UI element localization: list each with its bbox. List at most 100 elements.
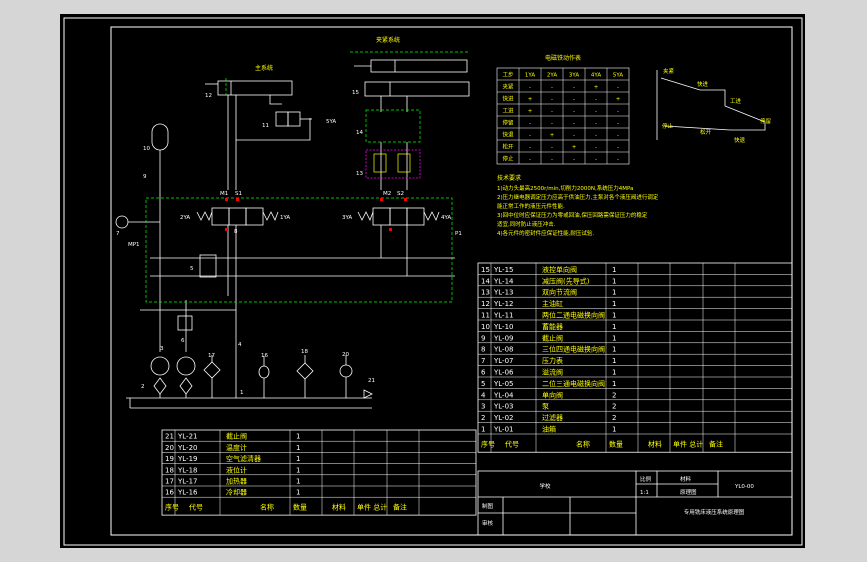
- tb-drawing-title: 专用铣床液压系统原理图: [684, 508, 745, 516]
- num-11: 11: [262, 123, 269, 129]
- em-table-cell: +: [528, 109, 533, 115]
- em-table-cell: -: [573, 109, 575, 115]
- parts-cell: 1: [612, 357, 616, 365]
- em-table-cell: 松开: [502, 143, 514, 151]
- parts-cell: 过滤器: [542, 413, 563, 422]
- em-table-cell: -: [529, 121, 531, 127]
- solenoid-1ya: 1YA: [280, 215, 290, 221]
- tech-req-line: 4)各元件的密封件应保证性能,耐压试验.: [497, 229, 594, 237]
- solenoid-5ya: 5YA: [326, 119, 336, 125]
- em-table-cell: 快退: [502, 131, 514, 139]
- parts-cell: 油箱: [542, 425, 556, 434]
- num-4: 4: [238, 342, 242, 348]
- parts-cell: 4: [481, 391, 486, 399]
- cycle-clamp: 夹紧: [663, 67, 675, 75]
- solenoid-3ya: 3YA: [342, 215, 352, 221]
- em-table-cell: -: [551, 85, 553, 91]
- parts-cell: YL-02: [493, 414, 514, 422]
- port-p1: P1: [455, 231, 462, 237]
- em-table-cell: +: [616, 97, 621, 103]
- parts-cell: 13: [481, 289, 490, 297]
- em-table-cell: 停止: [502, 155, 514, 163]
- em-table-cell: 夹紧: [502, 83, 514, 91]
- solenoid-2ya: 2YA: [180, 215, 190, 221]
- parts-cell: 17: [165, 478, 174, 486]
- parts-cell: YL-03: [493, 403, 514, 411]
- num-8a: 8: [234, 229, 238, 235]
- parts-header-cell: 名称: [260, 503, 274, 512]
- parts-cell: 14: [481, 277, 490, 285]
- parts-cell: 1: [612, 289, 616, 297]
- parts-cell: 1: [296, 478, 300, 486]
- parts-cell: 减压阀(先导式): [542, 276, 590, 285]
- em-table-cell: 1YA: [525, 73, 535, 79]
- em-table-cell: 3YA: [569, 73, 579, 79]
- parts-cell: 1: [612, 426, 616, 434]
- tb-drawn-by: 制图: [482, 502, 494, 510]
- parts-cell: 20: [165, 444, 174, 452]
- parts-cell: 加热器: [226, 477, 247, 486]
- parts-header-cell: 单件 总计: [673, 440, 703, 449]
- em-table-cell: -: [573, 121, 575, 127]
- parts-header-cell: 代号: [189, 503, 203, 512]
- em-table-cell: -: [551, 97, 553, 103]
- parts-cell: 液控单向阀: [542, 265, 577, 274]
- parts-cell: YL-20: [177, 444, 198, 452]
- em-table-cell: 5YA: [613, 73, 623, 79]
- tech-req-line: 2)压力继电器调定压力应高于供油压力,主泵对各个液压阀进行调定: [497, 193, 659, 201]
- parts-cell: 1: [612, 300, 616, 308]
- em-table-cell: -: [595, 145, 597, 151]
- parts-header-cell: 序号: [481, 440, 495, 449]
- parts-cell: YL-17: [177, 478, 198, 486]
- tb-school: 学校: [539, 482, 551, 490]
- parts-cell: 1: [296, 433, 300, 441]
- em-table-cell: -: [617, 133, 619, 139]
- parts-cell: YL-12: [493, 300, 514, 308]
- num-3: 3: [160, 346, 164, 352]
- em-table-cell: -: [573, 85, 575, 91]
- parts-cell: 2: [612, 391, 616, 399]
- em-table-cell: -: [617, 109, 619, 115]
- num-17: 17: [208, 353, 215, 359]
- tb-scale-label: 比例: [640, 475, 652, 483]
- num-6: 6: [181, 338, 185, 344]
- cycle-fast-forward: 快进: [697, 80, 709, 88]
- num-10: 10: [143, 146, 150, 152]
- em-table-cell: 工进: [502, 107, 514, 115]
- parts-cell: 2: [612, 403, 616, 411]
- tech-req-line: 1)动力头最高2500r/min,切削力2000N,系统压力4MPa: [497, 184, 633, 192]
- em-table-cell: 4YA: [591, 73, 601, 79]
- parts-header-cell: 数量: [293, 503, 307, 512]
- parts-cell: YL-15: [493, 266, 514, 274]
- em-table-cell: -: [617, 157, 619, 163]
- tb-drawing-no: YL0-00: [734, 484, 754, 490]
- num-21: 21: [368, 378, 375, 384]
- tech-req-line: 适宜,同时防止液压冲击.: [497, 220, 556, 228]
- parts-header-cell: 序号: [165, 503, 179, 512]
- em-table-cell: -: [595, 133, 597, 139]
- parts-cell: 三位四通电磁换向阀: [542, 345, 605, 354]
- parts-cell: 两位二通电磁换向阀: [542, 311, 605, 320]
- em-table-cell: -: [595, 109, 597, 115]
- parts-cell: YL-14: [493, 277, 514, 285]
- parts-cell: YL-10: [493, 323, 514, 331]
- tb-scale: 1:1: [640, 490, 649, 496]
- parts-cell: YL-16: [177, 489, 198, 497]
- parts-cell: YL-18: [177, 466, 198, 474]
- parts-cell: 6: [481, 369, 486, 377]
- em-table-cell: -: [529, 85, 531, 91]
- cad-viewport: 夹紧系统 主系统 2YA 1YA 3YA 4YA 5YA M1 S1 M2 S2…: [0, 0, 867, 562]
- parts-cell: YL-11: [493, 312, 514, 320]
- em-table-cell: -: [617, 85, 619, 91]
- parts-cell: 15: [481, 266, 490, 274]
- cycle-stop: 停止: [662, 122, 674, 130]
- num-5: 5: [190, 266, 194, 272]
- parts-cell: 1: [296, 444, 300, 452]
- num-2: 2: [141, 384, 145, 390]
- em-table-cell: -: [573, 97, 575, 103]
- parts-header-cell: 单件 总计: [357, 503, 387, 512]
- em-table-cell: 快进: [502, 95, 514, 103]
- tech-req-title: 技术要求: [497, 174, 521, 182]
- parts-header-cell: 数量: [609, 440, 623, 449]
- parts-header-cell: 备注: [709, 440, 723, 449]
